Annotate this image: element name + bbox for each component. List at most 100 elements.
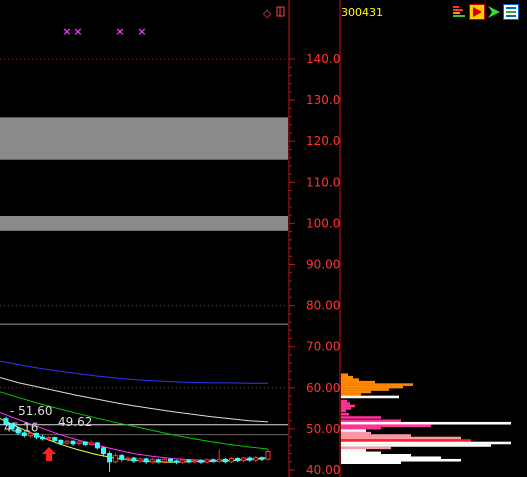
volume-profile-bar xyxy=(341,393,361,396)
volume-bars-icon[interactable] xyxy=(452,4,468,20)
volume-profile-bar xyxy=(341,451,381,455)
candle-body[interactable] xyxy=(125,457,131,460)
volume-profile-bar xyxy=(341,441,511,445)
volume-profile-bar xyxy=(341,395,399,399)
axis-tick-label: 80.00 xyxy=(306,299,340,313)
volume-profile-bar xyxy=(341,390,371,394)
volume-profile-bar xyxy=(341,456,441,460)
volume-profile-bar xyxy=(341,380,375,384)
stock-chart[interactable]: - 51.6049.6245.16 × × × × 140.0130.0120.011… xyxy=(0,0,527,477)
volume-profile-bar xyxy=(341,409,346,413)
axis-tick-label: 120.0 xyxy=(306,134,340,148)
marker-cross-icon: × xyxy=(115,25,124,38)
candle-body[interactable] xyxy=(241,457,247,462)
volume-profile-bar xyxy=(341,431,371,435)
volume-profile-bar xyxy=(341,383,413,386)
axis-tick-label: 60.00 xyxy=(306,381,340,395)
candle-body[interactable] xyxy=(52,437,58,441)
candle-body[interactable] xyxy=(161,458,167,462)
axis-tick-label: 100.0 xyxy=(306,216,340,230)
gray-band xyxy=(0,216,288,231)
candle-body[interactable] xyxy=(58,439,64,444)
marker-cross-icon: × xyxy=(137,25,146,38)
volume-profile-bar xyxy=(341,421,511,425)
axis-tick-label: 40.00 xyxy=(306,463,340,477)
marker-cross-icon: × xyxy=(62,25,71,38)
candle-body[interactable] xyxy=(88,442,94,446)
axis-tick-label: 70.00 xyxy=(306,340,340,354)
candle-body[interactable] xyxy=(259,457,265,460)
volume-profile-bar xyxy=(341,402,350,405)
volume-profile-bar xyxy=(341,375,353,379)
volume-profile-bar xyxy=(341,429,366,432)
volume-profile-bar xyxy=(341,419,401,423)
candle-body[interactable] xyxy=(94,442,100,449)
candle-body[interactable] xyxy=(70,440,76,445)
volume-profile-bar xyxy=(341,404,355,408)
candle-body[interactable] xyxy=(168,458,174,462)
candle-body[interactable] xyxy=(192,460,198,463)
flag-icon[interactable] xyxy=(469,4,485,20)
gray-band xyxy=(0,117,288,160)
axis-tick-label: 90.00 xyxy=(306,258,340,272)
axis-tick-label: 50.00 xyxy=(306,422,340,436)
price-label: 49.62 xyxy=(58,415,92,429)
candle-body[interactable] xyxy=(64,440,70,444)
candle-body[interactable] xyxy=(247,457,253,461)
volume-profile-bar xyxy=(341,444,491,447)
candle-body[interactable] xyxy=(198,460,204,463)
volume-profile-bar xyxy=(341,449,366,452)
diamond-icon[interactable]: ◇ xyxy=(263,7,272,20)
candle-body[interactable] xyxy=(131,457,137,462)
candle-body[interactable] xyxy=(210,459,216,462)
price-label: 45.16 xyxy=(4,421,38,435)
candle-body[interactable] xyxy=(107,453,113,463)
volume-profile-bar xyxy=(341,373,348,377)
candle-body[interactable] xyxy=(113,455,119,463)
volume-profile-bar xyxy=(341,388,389,391)
volume-profile-bar xyxy=(341,436,461,440)
candle-body[interactable] xyxy=(265,451,271,460)
candle-body[interactable] xyxy=(235,457,241,462)
candle-body[interactable] xyxy=(216,458,222,462)
axis-tick-label: 140.0 xyxy=(306,52,340,66)
volume-profile-bar xyxy=(341,385,403,389)
volume-profile-bar xyxy=(341,412,349,416)
volume-profile-bar xyxy=(341,426,381,430)
volume-profile-bar xyxy=(341,378,359,381)
candle-body[interactable] xyxy=(228,457,234,463)
candle-body[interactable] xyxy=(222,458,228,463)
volume-profile-bar xyxy=(341,407,351,410)
candle-body[interactable] xyxy=(137,458,143,462)
candle-body[interactable] xyxy=(186,459,192,463)
candle-body[interactable] xyxy=(100,447,106,455)
price-label: - 51.60 xyxy=(10,404,53,418)
candle-body[interactable] xyxy=(149,459,155,463)
candle-body[interactable] xyxy=(204,459,210,463)
volume-profile-bar xyxy=(341,434,411,437)
candle-body[interactable] xyxy=(174,460,180,463)
volume-profile-bar xyxy=(341,458,461,462)
candle-body[interactable] xyxy=(155,459,161,462)
volume-profile-bar xyxy=(341,461,401,465)
stock-code: 300431 xyxy=(341,6,383,19)
axis-tick-label: 110.0 xyxy=(306,175,340,189)
volume-profile-bar xyxy=(341,399,347,403)
volume-profile-bar xyxy=(341,454,411,457)
marker-cross-icon: × xyxy=(73,25,82,38)
candle-body[interactable] xyxy=(82,441,88,446)
candle-body[interactable] xyxy=(76,441,82,445)
candle-body[interactable] xyxy=(143,458,149,463)
candle-body[interactable] xyxy=(180,459,186,463)
volume-profile-bar xyxy=(341,446,391,450)
candle-body[interactable] xyxy=(40,436,46,440)
arrow-right-icon[interactable] xyxy=(486,4,502,20)
axis-tick-label: 130.0 xyxy=(306,93,340,107)
chart-list-icon[interactable] xyxy=(503,4,519,20)
volume-profile-bar xyxy=(341,439,471,442)
candle-body[interactable] xyxy=(119,455,125,460)
candle-body[interactable] xyxy=(253,457,259,461)
volume-profile-bar xyxy=(341,416,381,419)
candle-body[interactable] xyxy=(46,437,52,440)
volume-profile-bar xyxy=(341,424,431,428)
